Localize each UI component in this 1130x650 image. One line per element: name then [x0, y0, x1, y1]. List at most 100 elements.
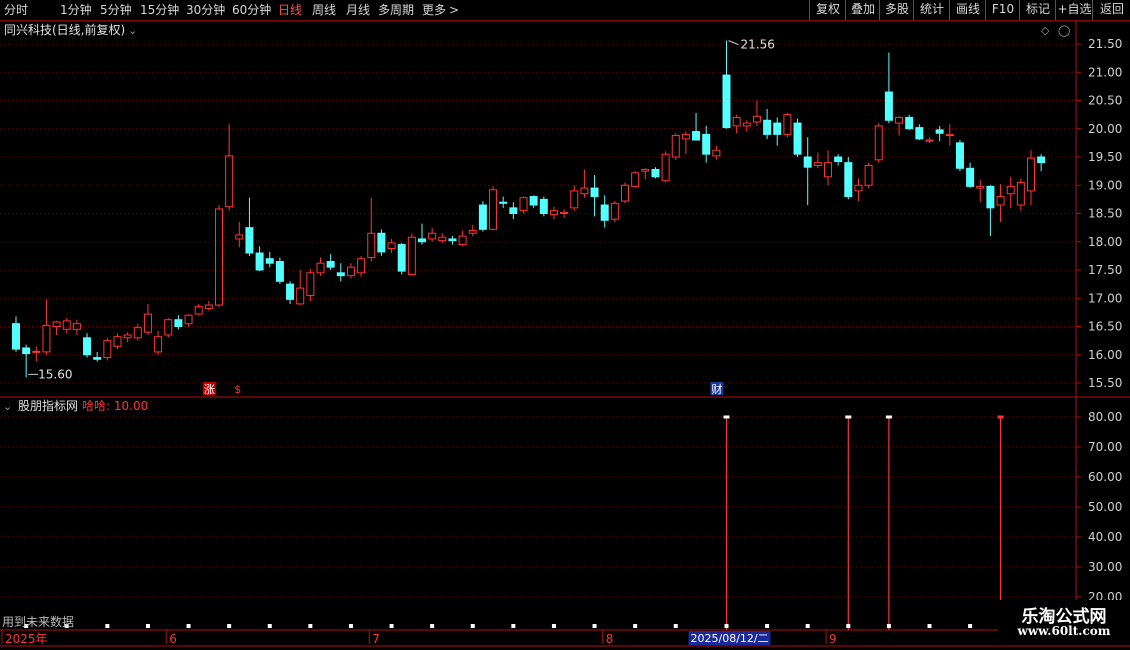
candle[interactable]: [225, 124, 234, 211]
candle[interactable]: [732, 114, 741, 134]
candle[interactable]: [895, 116, 904, 136]
candle[interactable]: [448, 236, 457, 245]
candle[interactable]: [864, 162, 873, 189]
candle[interactable]: [42, 299, 51, 355]
candle[interactable]: [275, 257, 284, 285]
chart-area[interactable]: 21.50 21.00 20.50 20.00 19.50 19.00 18.50 18.00…: [0, 0, 1130, 650]
candle[interactable]: [1037, 154, 1046, 172]
candle[interactable]: [712, 145, 721, 160]
candle[interactable]: [539, 196, 548, 217]
candle[interactable]: [255, 246, 264, 272]
candle[interactable]: [661, 151, 670, 183]
candle[interactable]: [296, 270, 305, 306]
candle[interactable]: [945, 124, 954, 146]
candle[interactable]: [316, 257, 325, 276]
candle[interactable]: [529, 195, 538, 208]
candle[interactable]: [346, 263, 355, 279]
candle[interactable]: [235, 221, 244, 248]
candle[interactable]: [143, 303, 152, 335]
candle[interactable]: [1006, 176, 1015, 208]
candle[interactable]: [215, 205, 223, 307]
candle[interactable]: [996, 184, 1005, 222]
candle[interactable]: [681, 131, 690, 155]
candle[interactable]: [1016, 178, 1025, 211]
candle[interactable]: [610, 201, 619, 222]
event-marker[interactable]: 财: [711, 382, 722, 396]
candle[interactable]: [519, 196, 528, 214]
candle[interactable]: [377, 229, 386, 256]
candle[interactable]: [265, 251, 274, 268]
candle[interactable]: [478, 201, 487, 232]
event-marker[interactable]: $: [234, 383, 241, 396]
candle[interactable]: [1027, 150, 1035, 206]
candle[interactable]: [884, 52, 893, 124]
candle[interactable]: [326, 254, 335, 270]
candle[interactable]: [83, 333, 92, 358]
candle[interactable]: [560, 208, 569, 219]
candle[interactable]: [692, 112, 701, 141]
indicator-chevron-icon[interactable]: ⌄: [3, 400, 12, 413]
candle[interactable]: [367, 197, 376, 262]
candle[interactable]: [123, 332, 132, 343]
candle[interactable]: [803, 137, 812, 206]
candle[interactable]: [580, 169, 589, 198]
candle[interactable]: [621, 182, 629, 204]
candle[interactable]: [955, 140, 964, 172]
candle[interactable]: [113, 333, 122, 350]
candle[interactable]: [793, 118, 802, 157]
candle[interactable]: [549, 206, 558, 220]
candle[interactable]: [458, 230, 467, 247]
price-panel-chevron-icon[interactable]: ⌄: [128, 24, 137, 37]
candle[interactable]: [854, 178, 863, 202]
candle[interactable]: [22, 344, 31, 378]
candle[interactable]: [418, 223, 426, 245]
candle[interactable]: [600, 195, 609, 228]
candle[interactable]: [154, 331, 163, 355]
candle[interactable]: [184, 314, 193, 327]
candle[interactable]: [387, 238, 396, 254]
candle[interactable]: [428, 227, 437, 242]
candle[interactable]: [72, 319, 81, 335]
event-marker[interactable]: 涨: [204, 383, 215, 396]
candle[interactable]: [93, 351, 102, 362]
candle[interactable]: [509, 202, 518, 220]
candle[interactable]: [174, 315, 183, 330]
candle[interactable]: [32, 346, 41, 362]
candle[interactable]: [976, 179, 985, 203]
candle[interactable]: [641, 168, 650, 180]
candle[interactable]: [12, 316, 20, 352]
diamond-icon[interactable]: ◇: [1041, 24, 1050, 37]
candle[interactable]: [915, 124, 924, 141]
candle[interactable]: [286, 281, 295, 304]
indicator-series[interactable]: [24, 415, 1004, 631]
candle[interactable]: [397, 242, 406, 275]
candle[interactable]: [468, 224, 477, 237]
candle[interactable]: [103, 337, 112, 361]
candle[interactable]: [773, 117, 782, 146]
candle[interactable]: [925, 137, 934, 143]
candle[interactable]: [194, 303, 203, 316]
candle[interactable]: [986, 185, 995, 237]
candle[interactable]: [489, 186, 498, 231]
candle[interactable]: [499, 196, 508, 208]
candle[interactable]: [935, 125, 944, 142]
candle[interactable]: [336, 263, 345, 282]
candle[interactable]: [590, 175, 599, 217]
candle[interactable]: [164, 318, 173, 338]
candle[interactable]: [783, 112, 792, 138]
candle[interactable]: [204, 301, 213, 311]
candle[interactable]: [834, 154, 843, 166]
candle[interactable]: [357, 255, 366, 277]
candle[interactable]: [824, 150, 832, 186]
candle[interactable]: [813, 152, 822, 169]
candle[interactable]: [651, 167, 660, 179]
candle[interactable]: [306, 268, 315, 302]
candle[interactable]: [52, 320, 61, 335]
expand-icon[interactable]: ◯: [1058, 24, 1070, 37]
candle[interactable]: [752, 100, 761, 126]
candle[interactable]: [763, 108, 772, 139]
candle[interactable]: [844, 157, 853, 200]
candle[interactable]: [671, 133, 680, 160]
candle[interactable]: [570, 185, 579, 211]
candle[interactable]: [62, 318, 71, 334]
